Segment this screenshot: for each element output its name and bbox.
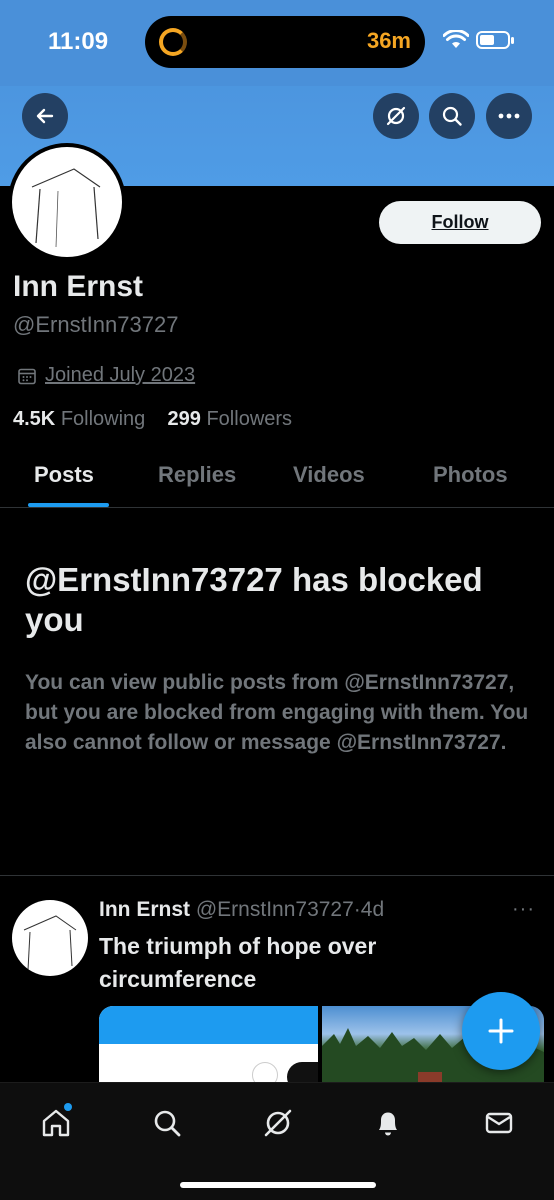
notifications-bell-icon <box>379 1112 397 1136</box>
post-media-image[interactable] <box>99 1006 318 1086</box>
post-age[interactable]: 4d <box>361 898 384 921</box>
post-avatar[interactable] <box>12 900 88 976</box>
post-separator: · <box>353 898 361 921</box>
tab-photos[interactable]: Photos <box>433 462 508 488</box>
status-bar: 11:09 36m <box>0 0 554 86</box>
user-handle: @ErnstInn73727 <box>13 312 179 337</box>
more-horizontal-icon <box>498 113 520 119</box>
search-icon <box>442 106 462 126</box>
dynamic-island[interactable]: 36m <box>145 16 425 68</box>
messages-envelope-icon <box>485 1112 513 1134</box>
following-count: 4.5K <box>13 408 56 430</box>
nav-home[interactable] <box>34 1101 78 1145</box>
post-author-name[interactable]: Inn Ernst <box>99 898 190 921</box>
nav-grok[interactable] <box>256 1101 300 1145</box>
tab-posts[interactable]: Posts <box>34 462 94 488</box>
grok-button[interactable] <box>373 93 419 139</box>
nav-search[interactable] <box>145 1101 189 1145</box>
activity-ring-icon <box>159 28 187 56</box>
grok-icon <box>264 1109 292 1137</box>
follow-stats: 4.5K Following 299 Followers <box>13 408 292 431</box>
profile-tabs: Posts Replies Videos Photos <box>0 450 554 508</box>
following-link[interactable]: 4.5K Following <box>13 408 145 430</box>
avatar-sketch <box>23 915 77 971</box>
follow-button[interactable]: Follow <box>379 201 541 244</box>
home-indicator[interactable] <box>180 1182 376 1188</box>
nav-messages[interactable] <box>477 1101 521 1145</box>
active-tab-indicator <box>28 503 109 507</box>
joined-date: Joined July 2023 <box>17 364 195 387</box>
activity-timer: 36m <box>366 28 411 53</box>
post-more-button[interactable]: ··· <box>512 898 535 921</box>
more-button[interactable] <box>486 93 532 139</box>
display-name: Inn Ernst <box>13 270 144 303</box>
tab-videos[interactable]: Videos <box>293 462 365 488</box>
followers-label: Followers <box>206 408 293 430</box>
calendar-icon <box>18 368 36 384</box>
followers-count: 299 <box>167 408 201 430</box>
grok-icon <box>386 106 406 126</box>
following-label: Following <box>60 408 146 430</box>
notification-dot <box>64 1103 72 1111</box>
compose-button[interactable] <box>462 992 540 1070</box>
section-divider <box>0 875 554 876</box>
arrow-left-icon <box>36 108 54 124</box>
tab-replies[interactable]: Replies <box>158 462 236 488</box>
post-author-handle[interactable]: @ErnstInn73727 <box>196 898 354 921</box>
status-time: 11:09 <box>48 28 109 55</box>
profile-avatar[interactable] <box>8 143 126 261</box>
blocked-description: You can view public posts from @ErnstInn… <box>25 671 529 754</box>
avatar-sketch <box>31 168 101 248</box>
search-button[interactable] <box>429 93 475 139</box>
wifi-icon <box>443 30 469 48</box>
back-button[interactable] <box>22 93 68 139</box>
blocked-title: @ErnstInn73727 has blocked you <box>25 561 483 638</box>
post-header: Inn Ernst @ErnstInn73727·4d <box>99 898 384 922</box>
followers-link[interactable]: 299 Followers <box>168 408 293 430</box>
post-text: The triumph of hope over circumference <box>99 933 377 992</box>
battery-icon <box>476 31 514 49</box>
nav-notifications[interactable] <box>366 1101 410 1145</box>
compose-plus-icon <box>488 1018 514 1044</box>
joined-text[interactable]: Joined July 2023 <box>45 364 195 387</box>
search-icon <box>154 1110 181 1137</box>
home-icon <box>42 1109 70 1137</box>
